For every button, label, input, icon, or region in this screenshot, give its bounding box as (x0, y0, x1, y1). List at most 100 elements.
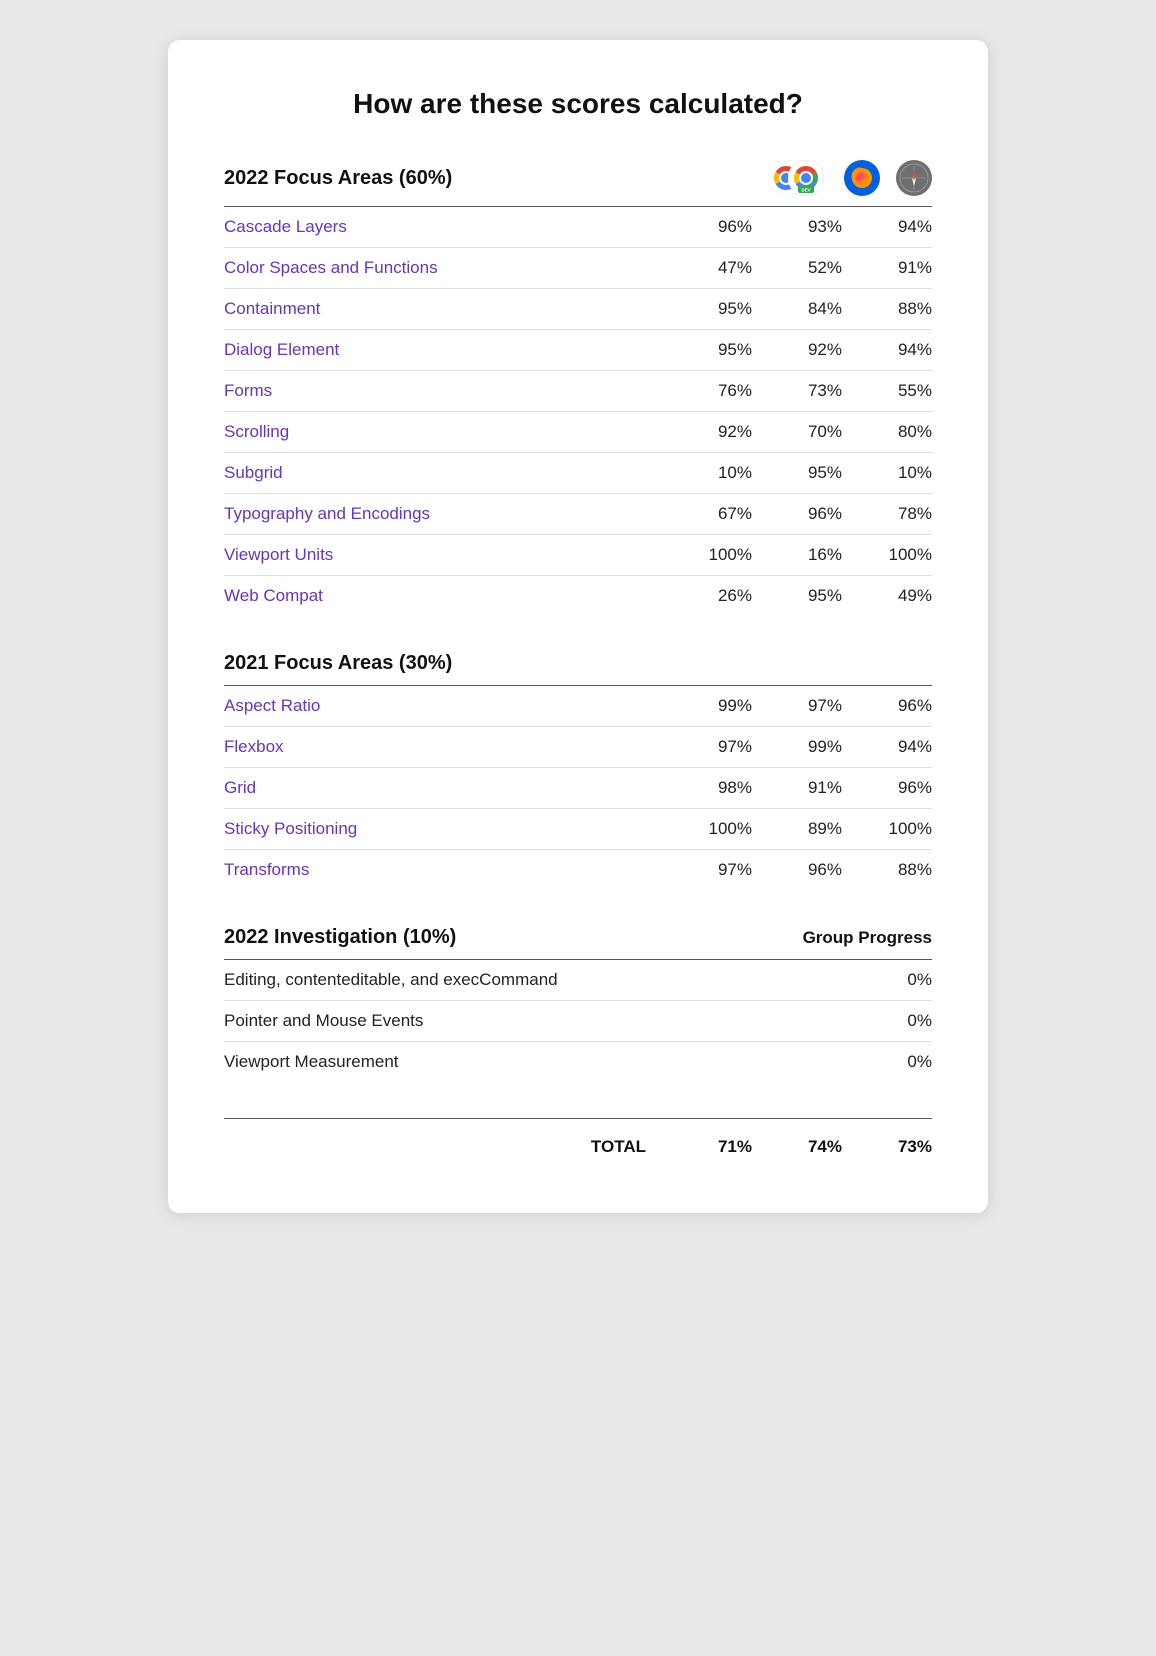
row-val-1: 10% (662, 463, 752, 483)
row-val-2: 93% (752, 217, 842, 237)
investigation-item-val: 0% (842, 970, 932, 990)
table-row: Viewport Units 100% 16% 100% (224, 535, 932, 576)
group-progress-label: Group Progress (803, 928, 932, 948)
row-label[interactable]: Cascade Layers (224, 217, 662, 237)
row-val-3: 94% (842, 340, 932, 360)
row-val-3: 80% (842, 422, 932, 442)
row-values: 95% 84% 88% (662, 299, 932, 319)
browser-icons: DEV (768, 160, 932, 196)
row-label[interactable]: Viewport Units (224, 545, 662, 565)
rows-investigation-container: Editing, contenteditable, and execComman… (224, 960, 932, 1082)
row-val-2: 73% (752, 381, 842, 401)
row-val-1: 95% (662, 299, 752, 319)
rows-2022-container: Cascade Layers 96% 93% 94% Color Spaces … (224, 207, 932, 616)
table-row: Cascade Layers 96% 93% 94% (224, 207, 932, 248)
table-row: Web Compat 26% 95% 49% (224, 576, 932, 616)
row-label[interactable]: Subgrid (224, 463, 662, 483)
row-val-2: 70% (752, 422, 842, 442)
row-val-3: 55% (842, 381, 932, 401)
row-label[interactable]: Sticky Positioning (224, 819, 662, 839)
list-item: Editing, contenteditable, and execComman… (224, 960, 932, 1001)
row-values: 26% 95% 49% (662, 586, 932, 606)
row-label[interactable]: Forms (224, 381, 662, 401)
row-label[interactable]: Dialog Element (224, 340, 662, 360)
total-v3: 73% (842, 1137, 932, 1157)
table-row: Dialog Element 95% 92% 94% (224, 330, 932, 371)
row-val-1: 95% (662, 340, 752, 360)
row-values: 99% 97% 96% (662, 696, 932, 716)
row-val-3: 96% (842, 696, 932, 716)
page-title: How are these scores calculated? (224, 88, 932, 120)
investigation-item-label: Pointer and Mouse Events (224, 1011, 842, 1031)
row-val-1: 26% (662, 586, 752, 606)
row-val-2: 92% (752, 340, 842, 360)
section-investigation: 2022 Investigation (10%) Group Progress … (224, 926, 932, 1082)
investigation-label: 2022 Investigation (10%) (224, 926, 456, 949)
row-val-1: 92% (662, 422, 752, 442)
row-values: 97% 96% 88% (662, 860, 932, 880)
row-label[interactable]: Color Spaces and Functions (224, 258, 662, 278)
section-2021-label: 2021 Focus Areas (30%) (224, 652, 452, 675)
chrome-dev-icon: DEV (788, 160, 824, 196)
row-label[interactable]: Grid (224, 778, 662, 798)
row-val-1: 96% (662, 217, 752, 237)
row-values: 98% 91% 96% (662, 778, 932, 798)
row-val-3: 88% (842, 299, 932, 319)
row-val-3: 100% (842, 545, 932, 565)
row-val-2: 91% (752, 778, 842, 798)
row-val-3: 91% (842, 258, 932, 278)
row-label[interactable]: Transforms (224, 860, 662, 880)
row-label[interactable]: Flexbox (224, 737, 662, 757)
total-v2: 74% (752, 1137, 842, 1157)
row-values: 100% 16% 100% (662, 545, 932, 565)
investigation-item-label: Editing, contenteditable, and execComman… (224, 970, 842, 990)
row-val-2: 84% (752, 299, 842, 319)
row-label[interactable]: Typography and Encodings (224, 504, 662, 524)
row-label[interactable]: Containment (224, 299, 662, 319)
row-val-1: 100% (662, 819, 752, 839)
table-row: Subgrid 10% 95% 10% (224, 453, 932, 494)
section-2021-header: 2021 Focus Areas (30%) (224, 652, 932, 685)
safari-icon (896, 160, 932, 196)
row-val-3: 78% (842, 504, 932, 524)
chrome-icons: DEV (768, 160, 828, 196)
row-values: 97% 99% 94% (662, 737, 932, 757)
row-values: 76% 73% 55% (662, 381, 932, 401)
list-item: Pointer and Mouse Events 0% (224, 1001, 932, 1042)
row-val-3: 10% (842, 463, 932, 483)
row-val-3: 100% (842, 819, 932, 839)
row-values: 10% 95% 10% (662, 463, 932, 483)
row-val-1: 98% (662, 778, 752, 798)
row-label[interactable]: Web Compat (224, 586, 662, 606)
row-val-1: 47% (662, 258, 752, 278)
list-item: Viewport Measurement 0% (224, 1042, 932, 1082)
table-row: Aspect Ratio 99% 97% 96% (224, 686, 932, 727)
section-2022-label: 2022 Focus Areas (60%) (224, 167, 452, 190)
row-val-3: 94% (842, 737, 932, 757)
row-values: 92% 70% 80% (662, 422, 932, 442)
table-row: Containment 95% 84% 88% (224, 289, 932, 330)
total-label: TOTAL (224, 1137, 662, 1157)
table-row: Typography and Encodings 67% 96% 78% (224, 494, 932, 535)
row-values: 96% 93% 94% (662, 217, 932, 237)
row-val-3: 49% (842, 586, 932, 606)
row-val-3: 96% (842, 778, 932, 798)
row-val-1: 97% (662, 860, 752, 880)
table-row: Scrolling 92% 70% 80% (224, 412, 932, 453)
row-val-1: 99% (662, 696, 752, 716)
investigation-item-val: 0% (842, 1052, 932, 1072)
row-val-3: 94% (842, 217, 932, 237)
row-val-2: 99% (752, 737, 842, 757)
table-row: Transforms 97% 96% 88% (224, 850, 932, 890)
row-values: 67% 96% 78% (662, 504, 932, 524)
row-val-2: 52% (752, 258, 842, 278)
row-label[interactable]: Aspect Ratio (224, 696, 662, 716)
row-val-2: 16% (752, 545, 842, 565)
row-val-2: 95% (752, 463, 842, 483)
row-val-1: 100% (662, 545, 752, 565)
table-row: Flexbox 97% 99% 94% (224, 727, 932, 768)
row-label[interactable]: Scrolling (224, 422, 662, 442)
row-val-2: 89% (752, 819, 842, 839)
row-values: 47% 52% 91% (662, 258, 932, 278)
table-row: Color Spaces and Functions 47% 52% 91% (224, 248, 932, 289)
